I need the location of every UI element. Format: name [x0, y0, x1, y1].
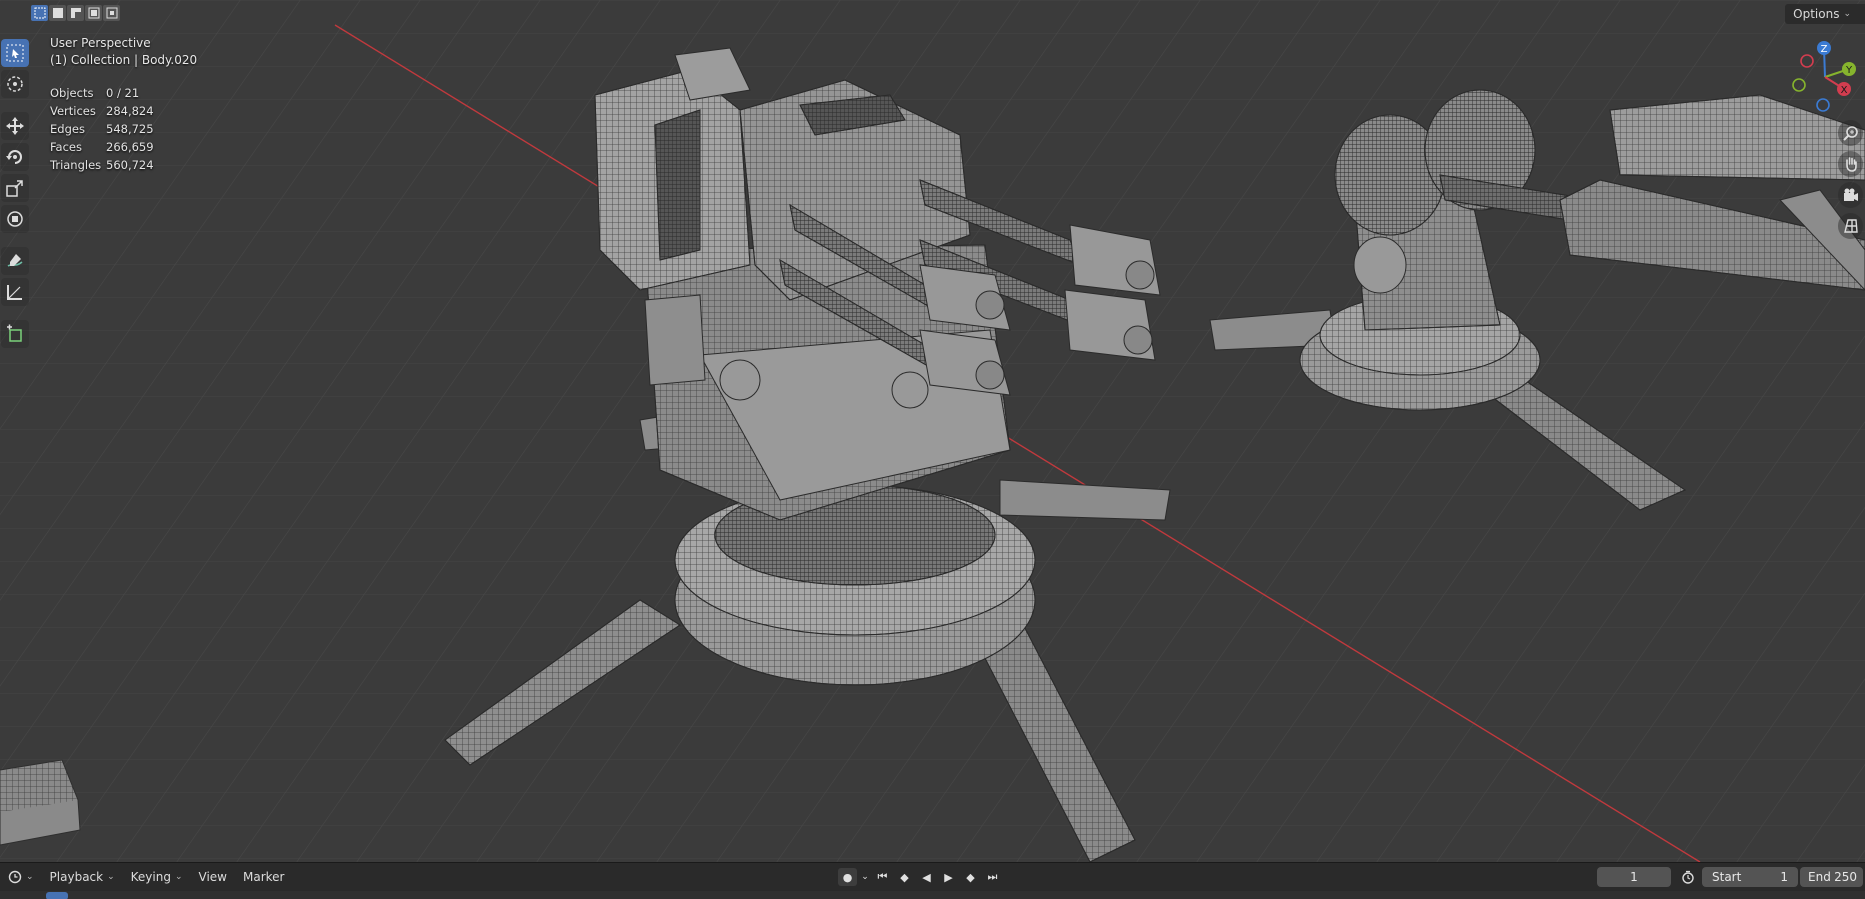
stat-row: Edges 548,725 — [50, 120, 154, 138]
chevron-down-icon: ⌄ — [1843, 9, 1851, 19]
timeline-editor: ⌄ Playback ⌄ Keying ⌄ View Marker ● ⌄ ⏮ ◆ … — [0, 862, 1865, 899]
menu-label: View — [198, 870, 227, 884]
frame-ruler[interactable] — [0, 891, 1865, 899]
stat-value: 266,659 — [106, 140, 154, 154]
z-axis-label: Z — [1821, 44, 1828, 55]
menu-view[interactable]: View — [191, 870, 235, 884]
stat-label: Vertices — [50, 104, 96, 118]
annotate-tool[interactable] — [1, 247, 29, 275]
current-frame-field[interactable]: 1 — [1597, 867, 1671, 887]
selection-modes — [31, 5, 120, 21]
stat-label: Faces — [50, 140, 82, 154]
rotate-icon — [6, 150, 22, 164]
next-keyframe-icon[interactable]: ◆ — [961, 868, 980, 886]
stat-label: Objects — [50, 86, 94, 100]
stat-label: Triangles — [50, 158, 102, 172]
move-tool[interactable] — [1, 112, 29, 140]
x-axis-label: X — [1841, 85, 1848, 96]
menu-label: Marker — [242, 870, 285, 884]
chevron-down-icon: ⌄ — [26, 872, 34, 882]
scene-render[interactable] — [0, 0, 1865, 862]
stat-value: 284,824 — [106, 104, 154, 118]
rotate-tool[interactable] — [1, 143, 29, 171]
y-axis-label: Y — [1845, 65, 1853, 76]
zoom-icon[interactable] — [1838, 120, 1863, 146]
scale-icon — [6, 180, 23, 197]
transform-icon — [7, 211, 23, 227]
stat-row: Vertices 284,824 — [50, 102, 154, 120]
menu-label: Playback — [49, 870, 104, 884]
end-value: 250 — [1834, 870, 1857, 884]
playhead[interactable] — [46, 892, 68, 899]
play-reverse-icon[interactable]: ◀ — [917, 868, 936, 886]
cube-add-icon — [7, 324, 22, 342]
pencil-icon — [7, 254, 23, 267]
move-arrows-icon — [6, 117, 24, 135]
view-name: User Perspective — [50, 36, 151, 50]
select-intersect-icon[interactable] — [103, 5, 120, 21]
chevron-down-icon: ⌄ — [174, 872, 183, 882]
end-label: End — [1808, 870, 1831, 884]
start-frame-field[interactable]: Start 1 — [1702, 867, 1798, 887]
stat-row: Objects 0 / 21 — [50, 84, 154, 102]
prev-keyframe-icon[interactable]: ◆ — [895, 868, 914, 886]
menu-marker[interactable]: Marker — [235, 870, 292, 884]
select-new-icon[interactable] — [31, 5, 48, 21]
navigation-gizmo[interactable]: Z Y X — [1783, 37, 1865, 117]
record-icon[interactable]: ● — [838, 868, 857, 886]
camera-icon[interactable] — [1838, 182, 1863, 208]
hand-pan-icon[interactable] — [1838, 151, 1863, 177]
cursor-tool[interactable] — [1, 70, 29, 98]
navigation-controls — [1838, 120, 1865, 244]
options-dropdown[interactable]: Options ⌄ — [1785, 4, 1865, 24]
chevron-down-icon: ⌄ — [107, 872, 115, 882]
stat-row: Faces 266,659 — [50, 138, 154, 156]
editor-type-button[interactable]: ⌄ — [0, 870, 42, 884]
current-frame-value: 1 — [1630, 870, 1638, 884]
playback-controls: ● ⌄ ⏮ ◆ ◀ ▶ ◆ ⏭ — [838, 868, 1002, 886]
end-frame-field[interactable]: End 250 — [1800, 867, 1863, 887]
clock-icon — [8, 870, 22, 884]
ruler-icon — [7, 285, 22, 300]
cursor-arrow-icon — [6, 44, 24, 62]
menu-keying[interactable]: Keying ⌄ — [123, 870, 191, 884]
jump-start-icon[interactable]: ⏮ — [873, 868, 892, 886]
measure-tool[interactable] — [1, 278, 29, 306]
collection-label: (1) Collection | Body.020 — [50, 53, 198, 67]
select-invert-icon[interactable] — [85, 5, 102, 21]
select-extend-icon[interactable] — [49, 5, 66, 21]
jump-end-icon[interactable]: ⏭ — [983, 868, 1002, 886]
timeline-header: ⌄ Playback ⌄ Keying ⌄ View Marker ● ⌄ ⏮ ◆ … — [0, 863, 1865, 891]
chevron-down-icon[interactable]: ⌄ — [860, 868, 870, 886]
scene-statistics: Objects 0 / 21 Vertices 284,824 Edges 548,7… — [50, 84, 154, 174]
options-label: Options — [1793, 7, 1840, 21]
menu-label: Keying — [130, 870, 171, 884]
stat-value: 560,724 — [106, 158, 154, 172]
stat-value: 548,725 — [106, 122, 154, 136]
3d-viewport[interactable]: Options ⌄ User Perspective (1) Collectio… — [0, 0, 1865, 862]
stat-row: Triangles 560,724 — [50, 156, 154, 174]
grid-view-icon[interactable] — [1838, 213, 1863, 239]
play-icon[interactable]: ▶ — [939, 868, 958, 886]
neg-z-axis-handle[interactable] — [1816, 98, 1830, 112]
select-box-tool[interactable] — [1, 39, 29, 67]
menu-playback[interactable]: Playback ⌄ — [42, 870, 123, 884]
start-value: 1 — [1780, 870, 1788, 884]
stopwatch-icon[interactable] — [1678, 868, 1697, 886]
select-subtract-icon[interactable] — [67, 5, 84, 21]
neg-x-axis-handle[interactable] — [1800, 54, 1814, 68]
scale-tool[interactable] — [1, 174, 29, 202]
stat-label: Edges — [50, 122, 85, 136]
neg-y-axis-handle[interactable] — [1792, 78, 1806, 92]
crosshair-icon — [7, 76, 23, 92]
stat-value: 0 / 21 — [106, 86, 140, 100]
start-label: Start — [1712, 870, 1742, 884]
add-cube-tool[interactable] — [1, 320, 29, 348]
tool-shelf — [0, 36, 30, 351]
transform-tool[interactable] — [1, 205, 29, 233]
